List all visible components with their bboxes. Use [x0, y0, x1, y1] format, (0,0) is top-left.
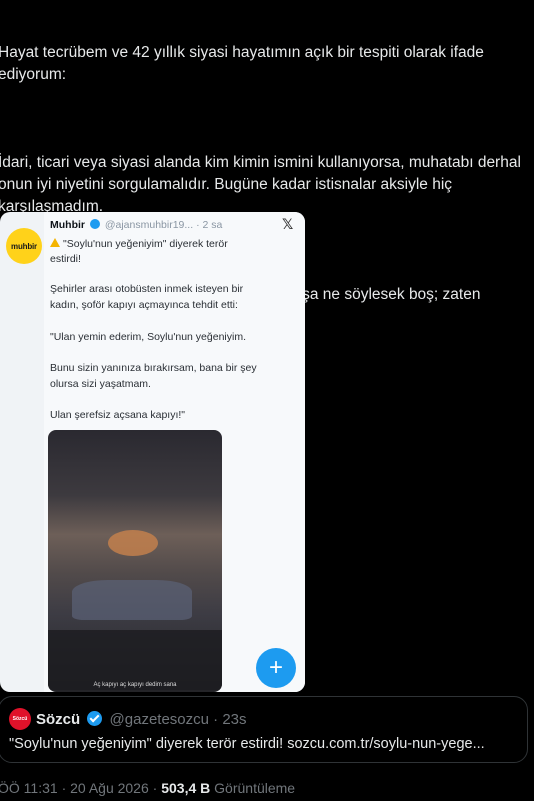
- embedded-headline: "Soylu'nun yeğeniyim" diyerek terör: [50, 236, 290, 252]
- embedded-headline-cont: estirdi!: [50, 253, 81, 265]
- tweet-date[interactable]: 20 Ağu 2026: [70, 780, 149, 796]
- embedded-post: Muhbir @ajansmuhbir19... · 2 sa 𝕏 "Soylu…: [44, 212, 305, 692]
- quoted-author-handle[interactable]: @gazetesozcu: [110, 711, 209, 728]
- embedded-body-line: Bunu sizin yanınıza bırakırsam, bana bir…: [50, 362, 257, 374]
- warning-icon: [50, 238, 60, 247]
- quoted-tweet-header: Sözcü @gazetesozcu · 23s: [36, 711, 247, 728]
- quoted-tweet-card[interactable]: Sözcü Sözcü @gazetesozcu · 23s "Soylu'nu…: [0, 696, 528, 763]
- quoted-author-name[interactable]: Sözcü: [36, 711, 80, 728]
- verified-icon: [89, 219, 100, 229]
- x-logo-icon: 𝕏: [282, 216, 294, 232]
- embedded-body-line: Ulan şerefsiz açsana kapıyı!": [50, 409, 186, 421]
- embedded-body-line: Şehirler arası otobüsten inmek isteyen b…: [50, 283, 244, 295]
- embedded-post-time: · 2 sa: [196, 219, 223, 231]
- compose-plus-icon: +: [256, 648, 296, 688]
- views-label: Görüntüleme: [214, 780, 296, 796]
- tweet-paragraph: Hayat tecrübem ve 42 yıllık siyasi hayat…: [0, 44, 489, 83]
- embedded-body-line: olursa sizi yaşatmam.: [50, 378, 151, 390]
- quoted-tweet-text: "Soylu'nun yeğeniyim" diyerek terör esti…: [9, 736, 485, 752]
- embedded-body-line: kadın, şoför kapıyı açmayınca tehdit ett…: [50, 299, 238, 311]
- tweet-paragraph: İdari, ticari veya siyasi alanda kim kim…: [0, 154, 526, 215]
- embedded-post-header: Muhbir @ajansmuhbir19... · 2 sa: [50, 219, 222, 231]
- embedded-body-line: "Ulan yemin ederim, Soylu'nun yeğeniyim.: [50, 331, 246, 343]
- views-count: 503,4 B: [161, 780, 211, 796]
- sozcu-avatar: Sözcü: [9, 708, 31, 730]
- embedded-video: Aç kapıyı aç kapıyı dedim sana: [48, 430, 222, 692]
- tweet-media-image[interactable]: muhbir Muhbir @ajansmuhbir19... · 2 sa 𝕏…: [0, 212, 305, 692]
- quoted-tweet-time[interactable]: · 23s: [213, 711, 246, 728]
- verified-icon: [87, 711, 103, 726]
- embedded-author-handle: @ajansmuhbir19...: [104, 219, 194, 231]
- embedded-author-name: Muhbir: [50, 219, 85, 231]
- video-caption: Aç kapıyı aç kapıyı dedim sana: [93, 682, 177, 688]
- muhbir-avatar: muhbir: [6, 228, 42, 264]
- tweet-time[interactable]: ÖÖ 11:31: [0, 780, 58, 796]
- tweet-meta: ÖÖ 11:31 · 20 Ağu 2026 · 503,4 B Görüntü…: [0, 780, 296, 796]
